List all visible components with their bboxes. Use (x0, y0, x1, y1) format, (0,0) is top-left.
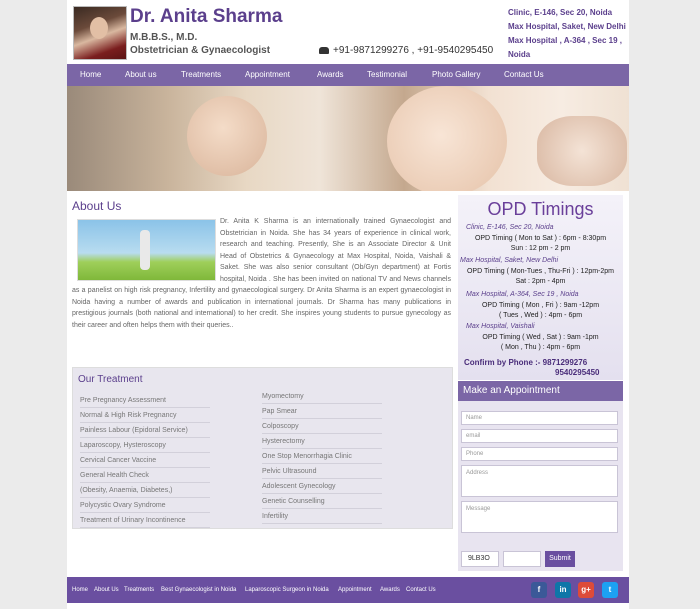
opd-line: ( Mon , Thu ) : 4pm - 6pm (500, 344, 581, 351)
treatment-item[interactable]: Pelvic Ultrasound (262, 465, 382, 479)
treatment-item[interactable]: General Health Check (80, 469, 210, 483)
phone-field[interactable]: Phone (461, 447, 618, 461)
address-line: Clinic, E-146, Sec 20, Noida (508, 8, 613, 17)
opd-location: Max Hospital, A-364, Sec 19 , Noida (466, 291, 579, 298)
page: Dr. Anita Sharma M.B.B.S., M.D. Obstetri… (67, 0, 629, 609)
footer-link[interactable]: Best Gynaecologist in Noida (161, 577, 236, 603)
baby-face-image (537, 116, 627, 186)
opd-location: Clinic, E-146, Sec 20, Noida (466, 224, 554, 231)
appointment-form: Make an Appointment Name email Phone Add… (458, 381, 623, 571)
footer-link[interactable]: Contact Us (406, 577, 436, 603)
confirm-phone: Confirm by Phone :- 9871299276 (464, 358, 588, 367)
nav-treatments[interactable]: Treatments (181, 64, 221, 86)
nav-photo-gallery[interactable]: Photo Gallery (432, 64, 480, 86)
doctor-photo (73, 6, 127, 60)
treatment-item[interactable]: Genetic Counselling (262, 495, 382, 509)
baby-face-image (187, 96, 267, 176)
hero-banner (67, 86, 629, 191)
treatment-item[interactable]: Infertility (262, 510, 382, 524)
footer-link[interactable]: Laparoscopic Surgeon in Noida (245, 577, 329, 603)
treatment-item[interactable]: One Stop Menorrhagia Clinic (262, 450, 382, 464)
treatment-item[interactable]: Adolescent Gynecology (262, 480, 382, 494)
address-line: Noida (508, 50, 531, 59)
name-field[interactable]: Name (461, 411, 618, 425)
doctor-name[interactable]: Dr. Anita Sharma (130, 6, 282, 28)
treatment-item[interactable]: (Obesity, Anaemia, Diabetes,) (80, 484, 210, 498)
opd-title: OPD Timings (487, 199, 594, 219)
captcha-input[interactable] (503, 551, 541, 567)
google-plus-icon[interactable]: g+ (578, 582, 594, 598)
email-field[interactable]: email (461, 429, 618, 443)
treatment-item[interactable]: Myomectomy (262, 390, 382, 404)
nav-awards[interactable]: Awards (317, 64, 344, 86)
opd-location: Max Hospital, Saket, New Delhi (460, 257, 559, 264)
nav-testimonial[interactable]: Testimonial (367, 64, 407, 86)
treatment-item[interactable]: Treatment of Urinary Incontinence (80, 514, 210, 528)
appointment-title: Make an Appointment (458, 381, 623, 401)
captcha-image: 9LB3O (461, 551, 499, 567)
footer-link[interactable]: About Us (94, 577, 119, 603)
baby-face-image (387, 86, 507, 191)
header-phones: +91-9871299276 , +91-9540295450 (319, 45, 493, 56)
treatment-item[interactable]: Cervical Cancer Vaccine (80, 454, 210, 468)
doctor-specialty: Obstetrician & Gynaecologist (130, 45, 271, 56)
address-line: Max Hospital, Saket, New Delhi (508, 22, 626, 31)
message-field[interactable]: Message (461, 501, 618, 533)
header-address: Clinic, E-146, Sec 20, Noida Max Hospita… (508, 6, 626, 62)
phone-icon (319, 46, 329, 54)
opd-line: ( Tues , Wed ) : 4pm - 6pm (498, 312, 583, 319)
treatment-item[interactable]: Pap Smear (262, 405, 382, 419)
main-nav: Home About us Treatments Appointment Awa… (67, 64, 629, 86)
opd-line: OPD Timing ( Mon-Tues , Thu-Fri ) : 12pm… (466, 268, 615, 275)
treatment-item[interactable]: Pre Pregnancy Assessment (80, 394, 210, 408)
treatment-item[interactable]: Painless Labour (Epidoral Service) (80, 424, 210, 438)
treatment-panel: Our Treatment Pre Pregnancy Assessment N… (72, 367, 453, 529)
nav-about-us[interactable]: About us (125, 64, 157, 86)
linkedin-icon[interactable]: in (555, 582, 571, 598)
opd-line: Sun : 12 pm - 2 pm (510, 245, 571, 252)
treatment-item[interactable]: Polycystic Ovary Syndrome (80, 499, 210, 513)
about-title: About Us (72, 199, 122, 213)
nav-contact-us[interactable]: Contact Us (504, 64, 544, 86)
opd-line: OPD Timing ( Mon to Sat ) : 6pm - 8:30pm (474, 235, 607, 242)
address-field[interactable]: Address (461, 465, 618, 497)
doctor-degrees: M.B.B.S., M.D. (130, 32, 198, 43)
treatment-item[interactable]: Laparoscopy, Hysteroscopy (80, 439, 210, 453)
twitter-icon[interactable]: t (602, 582, 618, 598)
opd-line: OPD Timing ( Mon , Fri ) : 9am -12pm (481, 302, 600, 309)
footer-link[interactable]: Awards (380, 577, 400, 603)
opd-timings-panel: OPD Timings Clinic, E-146, Sec 20, Noida… (458, 195, 623, 380)
opd-line: OPD Timing ( Wed , Sat ) : 9am -1pm (482, 334, 599, 341)
phone-numbers: +91-9871299276 , +91-9540295450 (333, 45, 494, 56)
treatment-item[interactable]: Hysterectomy (262, 435, 382, 449)
footer-link[interactable]: Home (72, 577, 88, 603)
header: Dr. Anita Sharma M.B.B.S., M.D. Obstetri… (67, 0, 629, 64)
confirm-phone-2: 9540295450 (555, 368, 600, 377)
nav-home[interactable]: Home (80, 64, 101, 86)
treatment-title: Our Treatment (78, 374, 143, 385)
treatment-item[interactable]: Colposcopy (262, 420, 382, 434)
nav-appointment[interactable]: Appointment (245, 64, 290, 86)
treatment-item[interactable]: Normal & High Risk Pregnancy (80, 409, 210, 423)
opd-location: Max Hospital, Vaishali (466, 323, 535, 330)
footer: Home About Us Treatments Best Gynaecolog… (67, 577, 629, 603)
footer-link[interactable]: Appointment (338, 577, 372, 603)
submit-button[interactable]: Submit (545, 551, 575, 567)
address-line: Max Hospital , A-364 , Sec 19 , (508, 36, 622, 45)
facebook-icon[interactable]: f (531, 582, 547, 598)
opd-line: Sat : 2pm - 4pm (515, 278, 566, 285)
about-text-block: Dr. Anita K Sharma is an internationally… (72, 216, 451, 331)
footer-link[interactable]: Treatments (124, 577, 154, 603)
